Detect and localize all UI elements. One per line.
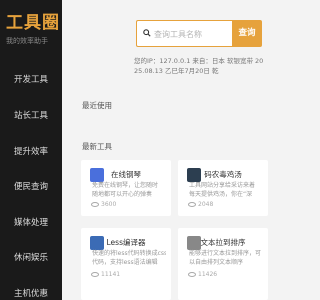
- sidebar-item-webmaster-tools[interactable]: 站长工具: [0, 106, 62, 126]
- site-logo[interactable]: 工具圈 我的效率助手: [6, 8, 60, 45]
- card-description: 快速的将less代码转换成css 代码，支持less语法编辑: [92, 249, 166, 267]
- view-count: 11141: [101, 271, 121, 278]
- card-title: 码农毒鸡汤: [204, 170, 242, 179]
- sidebar-item-dev-tools[interactable]: 开发工具: [0, 70, 62, 90]
- search-icon: [143, 29, 151, 37]
- view-count: 2048: [198, 201, 214, 208]
- card-title: 文本拉到排序: [200, 238, 246, 247]
- card-views: 11141: [91, 271, 120, 278]
- visitor-info: 您的IP：127.0.0.1 来自：日本 软银宽带 20 25.08.13 乙巳…: [134, 56, 264, 76]
- latest-section-title: 最新工具: [82, 142, 112, 151]
- eye-icon: [188, 272, 196, 277]
- sidebar-item-host-deals[interactable]: 主机优惠: [0, 284, 62, 300]
- tool-card-chicken-soup[interactable]: 码农毒鸡汤 工具网站分享给采访来着 每天提供鸡汤，你在“深 2048: [178, 160, 268, 216]
- card-views: 3600: [91, 201, 116, 208]
- tool-card-text-sort[interactable]: 文本拉到排序 能够进行文本拉到排序，可 以自由排列文本顺序 11426: [178, 228, 268, 300]
- search-input[interactable]: [154, 25, 230, 43]
- sidebar-item-convenience-query[interactable]: 便民查询: [0, 177, 62, 197]
- tool-card-less-compiler[interactable]: Less编译器 快速的将less代码转换成css 代码，支持less语法编辑 1…: [81, 228, 171, 300]
- card-description-line: 每天提供鸡汤，你在“深: [189, 191, 253, 198]
- eye-icon: [188, 202, 196, 207]
- recent-section-title: 最近使用: [82, 101, 112, 110]
- eye-icon: [91, 272, 99, 277]
- card-title: Less编译器: [106, 238, 146, 247]
- card-description-line: 能够进行文本拉到排序，可: [189, 250, 262, 257]
- eye-icon: [91, 202, 99, 207]
- tool-card-piano[interactable]: 在线钢琴 免费在线钢琴，让您随时 随地都可以开心的弹奏 3600: [81, 160, 171, 216]
- view-count: 3600: [101, 201, 117, 208]
- card-description: 能够进行文本拉到排序，可 以自由排列文本顺序: [189, 249, 263, 267]
- sidebar-item-efficiency[interactable]: 提升效率: [0, 142, 62, 162]
- card-description: 免费在线钢琴，让您随时 随地都可以开心的弹奏: [92, 181, 166, 199]
- search-box: [136, 20, 232, 47]
- card-title: 在线钢琴: [111, 170, 141, 179]
- card-views: 11426: [188, 271, 217, 278]
- search-button[interactable]: 查询: [232, 20, 262, 47]
- sidebar-item-leisure[interactable]: 休闲娱乐: [0, 248, 62, 268]
- card-description-line: 以自由排列文本顺序: [189, 259, 244, 266]
- ip-info-line: 您的IP：127.0.0.1 来自：日本 软银宽带 20: [134, 57, 264, 65]
- card-views: 2048: [188, 201, 213, 208]
- card-description-line: 随地都可以开心的弹奏: [92, 191, 153, 198]
- sidebar: 工具圈 我的效率助手 开发工具 站长工具 提升效率 便民查询 媒体处理 休闲娱乐…: [0, 0, 62, 300]
- logo-text: 工具圈: [6, 13, 60, 33]
- card-description-line: 代码，支持less语法编辑: [92, 259, 158, 266]
- card-description-line: 免费在线钢琴，让您随时: [92, 182, 159, 189]
- date-info-line: 25.08.13 乙巳年7月20日 乾: [134, 67, 219, 75]
- card-description-line: 工具网站分享给采访来着: [189, 182, 256, 189]
- sidebar-item-media-processing[interactable]: 媒体处理: [0, 213, 62, 233]
- card-description-line: 快速的将less代码转换成css: [92, 250, 166, 257]
- card-description: 工具网站分享给采访来着 每天提供鸡汤，你在“深: [189, 181, 263, 199]
- logo-subtitle: 我的效率助手: [6, 37, 48, 45]
- view-count: 11426: [198, 271, 218, 278]
